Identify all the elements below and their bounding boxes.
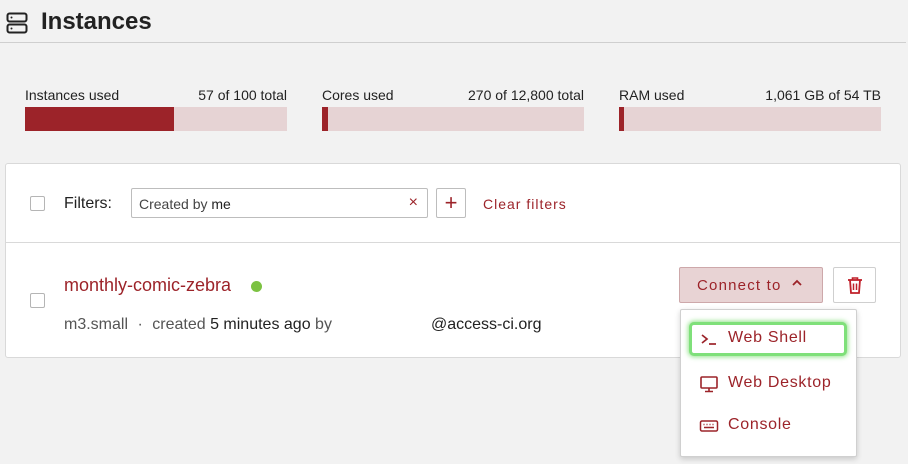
created-prefix: created xyxy=(152,316,206,333)
usage-value: 57 of 100 total xyxy=(198,87,287,103)
usage-label: RAM used xyxy=(619,87,685,103)
created-time: 5 minutes ago xyxy=(210,316,311,333)
close-icon[interactable]: × xyxy=(409,194,418,212)
server-icon xyxy=(6,12,28,34)
connect-menu: Web Shell Web Desktop Console xyxy=(680,309,857,457)
usage-cores: Cores used 270 of 12,800 total xyxy=(322,87,584,131)
usage-bar-fill xyxy=(322,107,328,131)
usage-bar xyxy=(322,107,584,131)
usage-bar xyxy=(25,107,287,131)
usage-label: Cores used xyxy=(322,87,394,103)
menu-item-web-desktop[interactable]: Web Desktop xyxy=(689,367,847,401)
instance-name-link[interactable]: monthly-comic-zebra xyxy=(64,275,231,296)
usage-value: 270 of 12,800 total xyxy=(468,87,584,103)
menu-item-label: Console xyxy=(728,416,792,433)
meta-separator: · xyxy=(137,316,143,333)
terminal-icon xyxy=(701,334,716,345)
owner-email: @access-ci.org xyxy=(431,316,542,333)
filter-value: me xyxy=(211,196,231,212)
monitor-icon xyxy=(700,376,718,393)
filter-key: Created by xyxy=(139,196,208,212)
add-filter-button[interactable]: + xyxy=(436,188,466,218)
menu-item-label: Web Desktop xyxy=(728,374,832,391)
usage-bar-fill xyxy=(25,107,175,131)
usage-ram: RAM used 1,061 GB of 54 TB xyxy=(619,87,881,131)
keyboard-icon xyxy=(699,420,719,432)
usage-bar xyxy=(619,107,881,131)
page-header: Instances xyxy=(0,0,906,43)
chevron-up-icon xyxy=(792,279,802,286)
filter-chip-created-by[interactable]: Created by me × xyxy=(131,188,428,218)
clear-filters-link[interactable]: Clear filters xyxy=(483,196,567,212)
instance-checkbox[interactable] xyxy=(30,293,45,308)
select-all-checkbox[interactable] xyxy=(30,196,45,211)
usage-label: Instances used xyxy=(25,87,120,103)
menu-item-label: Web Shell xyxy=(728,329,807,346)
created-by: by xyxy=(315,316,332,333)
menu-item-console[interactable]: Console xyxy=(689,409,847,443)
connect-to-button[interactable]: Connect to xyxy=(679,267,823,303)
divider xyxy=(6,242,900,243)
instance-flavor: m3.small xyxy=(64,316,129,333)
plus-icon: + xyxy=(444,190,458,215)
status-indicator xyxy=(251,281,262,292)
usage-instances: Instances used 57 of 100 total xyxy=(25,87,287,131)
usage-value: 1,061 GB of 54 TB xyxy=(765,87,881,103)
page-title: Instances xyxy=(41,8,152,35)
menu-item-web-shell[interactable]: Web Shell xyxy=(689,322,847,356)
trash-icon xyxy=(848,277,862,294)
delete-button[interactable] xyxy=(833,267,876,303)
usage-bar-fill xyxy=(619,107,624,131)
filters-label: Filters: xyxy=(64,195,112,212)
instance-meta: m3.small · created 5 minutes ago by @acc… xyxy=(64,316,542,334)
connect-label: Connect to xyxy=(697,277,782,294)
